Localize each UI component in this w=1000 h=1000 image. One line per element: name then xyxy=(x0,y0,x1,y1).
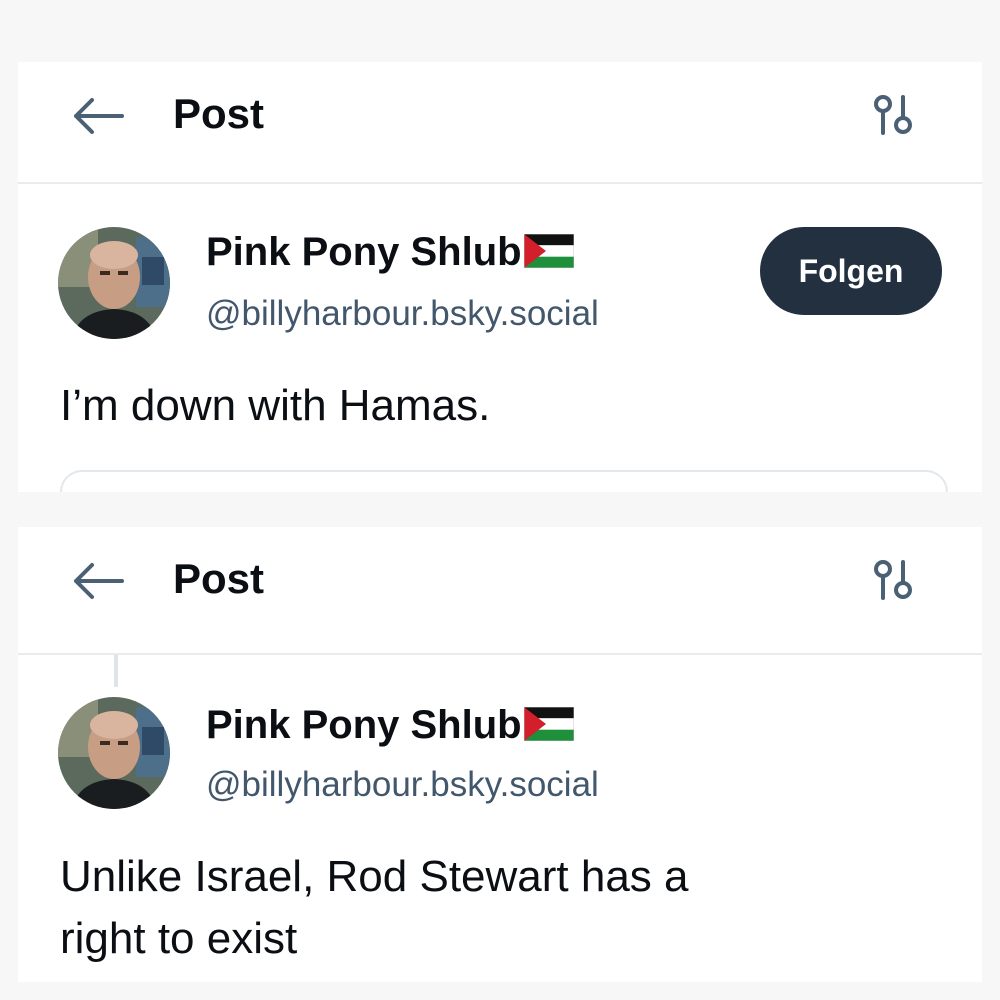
post-screen-2: Post Pink Pony Shlub @billyharbour.bsky.… xyxy=(18,527,982,982)
author-name-text: Pink Pony Shlub xyxy=(206,703,522,747)
thread-settings-button[interactable] xyxy=(870,555,920,605)
author-name[interactable]: Pink Pony Shlub xyxy=(206,230,574,275)
top-bar: Post xyxy=(18,527,982,655)
avatar[interactable] xyxy=(58,227,170,339)
palestine-flag-icon xyxy=(523,234,574,269)
sliders-icon xyxy=(874,560,912,600)
follow-button[interactable]: Folgen xyxy=(760,227,942,315)
back-button[interactable] xyxy=(70,96,126,136)
avatar-photo xyxy=(58,227,170,339)
post-text: I’m down with Hamas. xyxy=(60,381,491,430)
post-text: Unlike Israel, Rod Stewart has a right t… xyxy=(60,849,689,967)
post-text-line: right to exist xyxy=(60,914,298,963)
arrow-left-icon xyxy=(74,563,124,599)
avatar[interactable] xyxy=(58,697,170,809)
arrow-left-icon xyxy=(74,98,124,134)
back-button[interactable] xyxy=(70,561,126,601)
thread-settings-button[interactable] xyxy=(870,90,920,140)
embed-card[interactable] xyxy=(60,470,948,492)
post-text-line: Unlike Israel, Rod Stewart has a xyxy=(60,852,689,901)
page-title: Post xyxy=(173,90,265,137)
author-handle[interactable]: @billyharbour.bsky.social xyxy=(206,765,599,805)
avatar-photo xyxy=(58,697,170,809)
author-name[interactable]: Pink Pony Shlub xyxy=(206,703,574,748)
palestine-flag-icon xyxy=(523,707,574,742)
sliders-icon xyxy=(874,95,912,135)
author-name-text: Pink Pony Shlub xyxy=(206,230,522,274)
top-bar: Post xyxy=(18,62,982,184)
thread-connector-line xyxy=(114,655,118,687)
author-handle[interactable]: @billyharbour.bsky.social xyxy=(206,294,599,334)
post-screen-1: Post Pink Pony Shlub @billyharbour.bsky.… xyxy=(18,62,982,492)
page-title: Post xyxy=(173,555,265,602)
